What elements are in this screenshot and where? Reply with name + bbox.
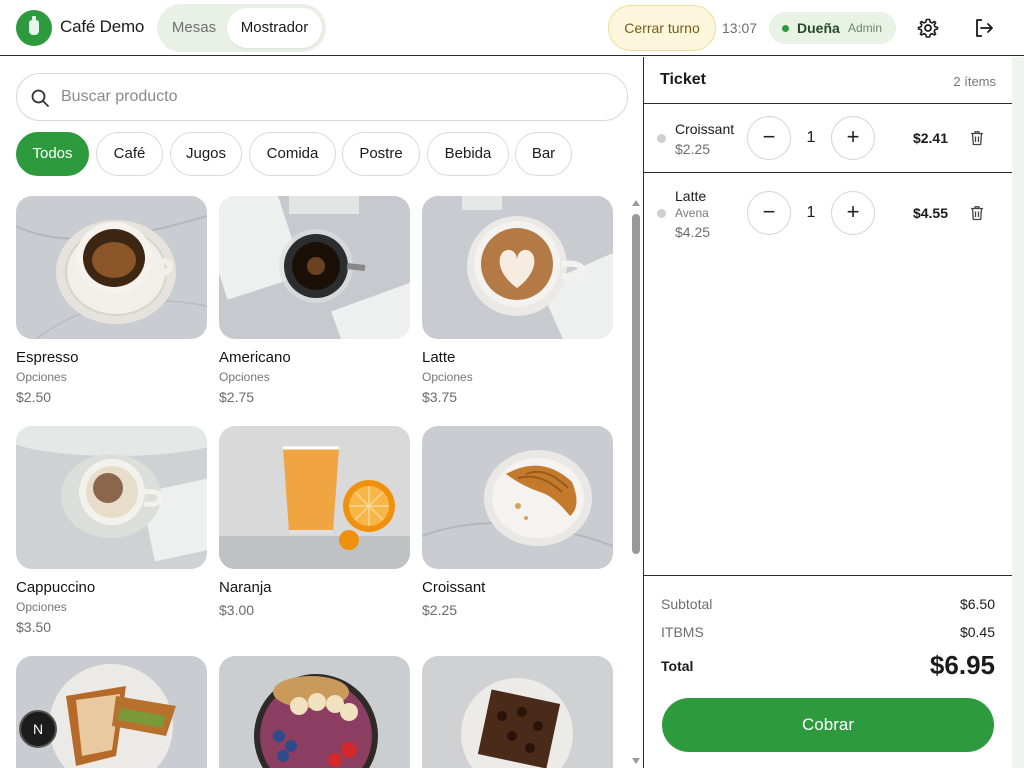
product-price: $3.50 [16,619,52,635]
mode-switch: Mesas Mostrador [157,4,326,52]
product-image [422,426,613,569]
line-item-name: Croissant [675,121,735,137]
pos-app: Café Demo Mesas Mostrador Cerrar turno 1… [0,0,1024,768]
line-status-dot [657,134,666,143]
cafe-logo-icon [16,10,52,46]
logout-button[interactable] [970,14,998,42]
trash-icon[interactable] [968,204,986,222]
right-edge-strip [1012,57,1024,768]
product-options: Opciones [219,370,270,384]
scroll-up-icon[interactable] [632,200,640,206]
subtotal-value: $6.50 [959,596,995,612]
category-chip-postre[interactable]: Postre [342,132,420,176]
product-name: Naranja [219,579,272,596]
product-price: $2.50 [16,389,52,405]
product-image [219,426,410,569]
product-price: $3.00 [219,602,255,618]
product-price: $3.75 [422,389,458,405]
product-name: Americano [219,349,291,366]
scroll-down-icon[interactable] [632,758,640,764]
search-input[interactable] [61,82,601,112]
increase-qty-button[interactable]: + [831,116,875,160]
top-bar: Café Demo Mesas Mostrador Cerrar turno 1… [0,0,1024,56]
tab-mesas[interactable]: Mesas [161,8,227,48]
tab-mostrador[interactable]: Mostrador [227,8,322,48]
decrease-qty-button[interactable]: − [747,116,791,160]
ticket-header: Ticket 2 ítems [644,57,1012,104]
product-name: Cappuccino [16,579,96,596]
product-options: Opciones [422,370,473,384]
line-qty: 1 [806,204,816,221]
line-item-name: Latte [675,188,707,204]
dev-indicator-badge[interactable]: N [19,710,57,748]
trash-icon[interactable] [968,129,986,147]
ticket-title: Ticket [660,71,706,88]
logout-icon [976,19,993,37]
line-unit-price: $4.25 [675,224,711,240]
line-unit-price: $2.25 [675,141,711,157]
line-qty: 1 [806,129,816,146]
minus-icon: − [762,199,776,224]
category-chip-comida[interactable]: Comida [249,132,336,176]
category-chip-bebida[interactable]: Bebida [427,132,509,176]
tax-label: ITBMS [661,624,704,640]
line-total: $2.41 [912,130,948,146]
minus-icon: − [762,124,776,149]
product-price: $2.25 [422,602,458,618]
line-modifier: Avena [675,206,709,220]
ticket-line: Croissant $2.25 − 1 + $2.41 [644,104,1012,173]
brand-name: Café Demo [60,17,145,36]
product-name: Espresso [16,349,79,366]
search-icon [31,89,49,107]
product-image [422,656,613,768]
total-value: $6.95 [929,650,995,680]
product-price: $2.75 [219,389,255,405]
product-image [16,426,207,569]
user-name: Dueña [797,20,840,36]
category-chip-todos[interactable]: Todos [16,132,89,176]
subtotal-label: Subtotal [661,596,713,612]
clock: 13:07 [722,20,758,36]
product-image [219,656,410,768]
decrease-qty-button[interactable]: − [747,191,791,235]
category-chip-cafe[interactable]: Café [96,132,163,176]
catalog-scrollbar[interactable] [631,200,641,768]
settings-button[interactable] [914,14,942,42]
category-chip-jugos[interactable]: Jugos [170,132,242,176]
ticket-panel: Ticket 2 ítems Croissant $2.25 − 1 + $2.… [644,57,1012,768]
category-chip-bar[interactable]: Bar [515,132,572,176]
user-role: Admin [848,21,883,35]
user-badge[interactable]: Dueña Admin [769,12,896,44]
close-shift-button[interactable]: Cerrar turno [608,5,716,51]
scroll-thumb[interactable] [632,214,640,554]
product-options: Opciones [16,370,67,384]
plus-icon: + [846,199,860,224]
product-name: Croissant [422,579,486,596]
product-catalog: Todos Café Jugos Comida Postre Bebida Ba… [0,57,643,768]
tax-value: $0.45 [959,624,995,640]
line-total: $4.55 [912,205,948,221]
ticket-summary: Subtotal $6.50 ITBMS $0.45 Total $6.95 C… [644,575,1012,768]
ticket-item-count: 2 ítems [953,74,996,89]
gear-icon [917,18,939,38]
increase-qty-button[interactable]: + [831,191,875,235]
product-options: Opciones [16,600,67,614]
product-image [422,196,613,339]
total-label: Total [661,658,694,674]
charge-button[interactable]: Cobrar [662,698,994,752]
product-image [16,196,207,339]
product-image [219,196,410,339]
product-name: Latte [422,349,456,366]
search-bar [16,73,628,121]
plus-icon: + [846,124,860,149]
line-status-dot [657,209,666,218]
online-status-dot [782,25,789,32]
